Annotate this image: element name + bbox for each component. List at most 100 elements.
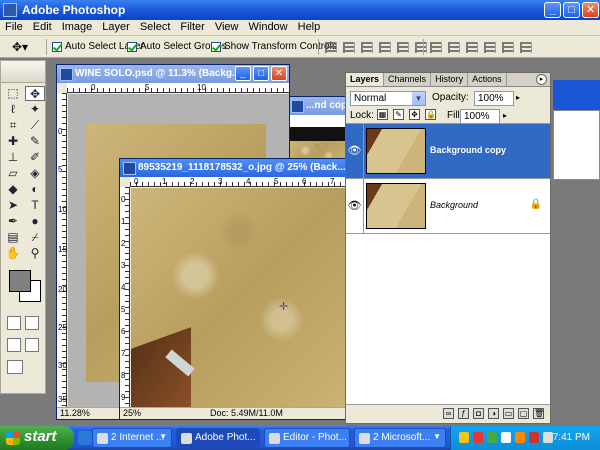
clone-stamp-tool-icon[interactable]: ⊥ [3,150,23,165]
tray-app-icon[interactable] [501,432,511,443]
type-tool-icon[interactable]: T [25,198,45,213]
crop-tool-icon[interactable]: ⌗ [3,118,23,133]
blur-tool-icon[interactable]: ◆ [3,182,23,197]
slice-tool-icon[interactable]: ⟋ [25,118,45,133]
menu-window[interactable]: Window [244,20,293,34]
dodge-tool-icon[interactable]: ◐ [25,182,45,197]
distribute-bottom-icon[interactable] [466,42,478,53]
blend-mode-select[interactable]: Normal ▼ [350,91,426,106]
lock-image-icon[interactable]: ✎ [393,109,404,120]
lock-transparency-icon[interactable]: ▦ [377,109,388,120]
minimize-button[interactable]: _ [544,2,561,18]
jump-to-imageready-button[interactable] [7,360,23,374]
zoom-level[interactable]: 11.28% [57,408,90,418]
align-right-icon[interactable] [415,42,427,53]
hand-tool-icon[interactable]: ✋ [3,246,23,261]
menu-file[interactable]: File [0,20,28,34]
eye-icon[interactable]: 👁 [346,179,364,233]
tab-history[interactable]: History [431,73,469,86]
new-group-icon[interactable]: ▭ [503,408,514,419]
panel-menu-icon[interactable]: ▸ [536,74,547,85]
doc-maximize-button[interactable]: □ [253,66,269,81]
doc-close-button[interactable]: ✕ [271,66,287,81]
distribute-top-icon[interactable] [430,42,442,53]
menu-edit[interactable]: Edit [28,20,57,34]
path-selection-tool-icon[interactable]: ➤ [3,198,23,213]
taskbar-item-photoshop[interactable]: Adobe Phot... [176,428,260,448]
pen-tool-icon[interactable]: ✒ [3,214,23,229]
brush-tool-icon[interactable]: ✎ [25,134,45,149]
taskbar-item-editor[interactable]: Editor - Phot... [264,428,350,448]
history-brush-tool-icon[interactable]: ✐ [25,150,45,165]
marquee-tool-icon[interactable]: ⬚ [3,86,23,101]
zoom-level[interactable]: 25% [120,408,141,418]
link-layers-icon[interactable]: ∞ [443,408,454,419]
distribute-left-icon[interactable] [484,42,496,53]
new-layer-icon[interactable]: ▢ [518,408,529,419]
distribute-right-icon[interactable] [520,42,532,53]
healing-brush-tool-icon[interactable]: ✚ [3,134,23,149]
menu-view[interactable]: View [210,20,244,34]
canvas-image[interactable]: ✛ [131,188,346,407]
maximize-button[interactable]: □ [563,2,580,18]
close-button[interactable]: ✕ [582,2,599,18]
foreground-color-swatch[interactable] [9,270,31,292]
menu-filter[interactable]: Filter [175,20,209,34]
align-bottom-icon[interactable] [361,42,373,53]
volume-icon[interactable] [543,432,553,443]
tray-app-icon[interactable] [515,432,525,443]
menu-help[interactable]: Help [293,20,326,34]
magic-wand-tool-icon[interactable]: ✦ [25,102,45,117]
align-vcenter-icon[interactable] [343,42,355,53]
menu-select[interactable]: Select [135,20,176,34]
screen-mode-full-button[interactable] [25,338,39,352]
zoom-tool-icon[interactable]: ⚲ [25,246,45,261]
tray-app-icon[interactable] [487,432,497,443]
eye-icon[interactable]: 👁 [346,124,364,178]
clock[interactable]: 7:41 PM [553,432,590,443]
opacity-input[interactable]: 100% [474,91,514,106]
eyedropper-tool-icon[interactable]: ⌿ [25,230,45,245]
menu-image[interactable]: Image [57,20,98,34]
document-title[interactable]: ...nd copy,... [288,97,346,115]
opacity-slider-arrow-icon[interactable]: ▸ [516,93,520,102]
align-top-icon[interactable] [325,42,337,53]
align-hcenter-icon[interactable] [397,42,409,53]
eraser-tool-icon[interactable]: ▱ [3,166,23,181]
align-left-icon[interactable] [379,42,391,53]
toolbox-header[interactable] [1,61,45,83]
lock-all-icon[interactable]: 🔒 [425,109,436,120]
document-window-background-copy[interactable]: ...nd copy,... [287,96,347,166]
layer-row-background[interactable]: 👁 Background 🔒 [346,179,550,234]
menu-layer[interactable]: Layer [97,20,135,34]
distribute-hcenter-icon[interactable] [502,42,514,53]
tab-actions[interactable]: Actions [468,73,507,86]
layer-row-background-copy[interactable]: 👁 Background copy [346,124,550,179]
quick-launch-ie-icon[interactable] [78,431,92,445]
layer-mask-icon[interactable]: ◘ [473,408,484,419]
layer-style-icon[interactable]: ƒ [458,408,469,419]
trash-icon[interactable]: 🗑 [533,408,544,419]
quick-mask-mode-button[interactable] [25,316,39,330]
tray-app-icon[interactable] [473,432,483,443]
screen-mode-standard-button[interactable] [7,338,21,352]
fill-slider-arrow-icon[interactable]: ▸ [503,111,507,120]
move-tool-icon[interactable]: ✥ [25,86,45,101]
start-button[interactable]: start [0,426,74,450]
shape-tool-icon[interactable]: ● [25,214,45,229]
tray-app-icon[interactable] [459,432,469,443]
paint-bucket-tool-icon[interactable]: ◈ [25,166,45,181]
move-tool-preset-icon[interactable]: ✥▾ [12,40,40,54]
tab-channels[interactable]: Channels [384,73,432,86]
document-title[interactable]: 89535219_1118178532_o.jpg @ 25% (Back... [120,159,346,177]
document-window-active-jpg[interactable]: 89535219_1118178532_o.jpg @ 25% (Back...… [119,158,347,420]
taskbar-item-microsoft[interactable]: 2 Microsoft... ▼ [354,428,446,448]
notes-tool-icon[interactable]: ▤ [3,230,23,245]
lock-position-icon[interactable]: ✥ [409,109,420,120]
tab-layers[interactable]: Layers [346,73,385,86]
lasso-tool-icon[interactable]: ℓ [3,102,23,117]
taskbar-item-internet[interactable]: 2 Internet ... ▼ [92,428,172,448]
fill-input[interactable]: 100% [460,109,500,124]
tray-app-icon[interactable] [529,432,539,443]
distribute-vcenter-icon[interactable] [448,42,460,53]
